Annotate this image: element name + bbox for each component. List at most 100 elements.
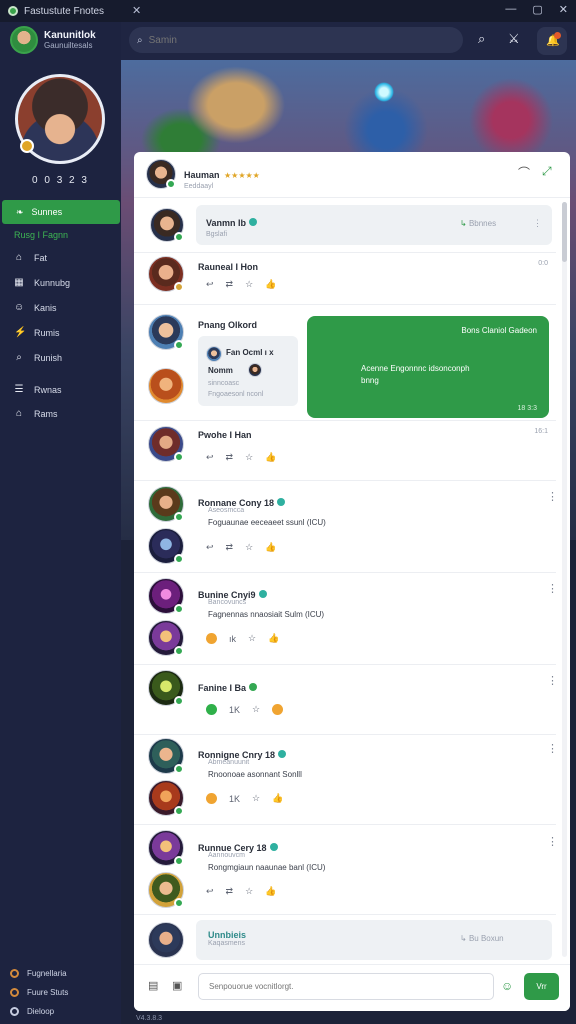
reply-icon[interactable]: ↩ bbox=[206, 452, 214, 463]
scrollbar[interactable] bbox=[562, 202, 567, 957]
sidebar-item-4[interactable]: ⚡ Rumis bbox=[14, 327, 60, 338]
reply-icon[interactable]: ↩ bbox=[206, 886, 214, 897]
reply-icon[interactable]: ↩ bbox=[206, 279, 214, 290]
star-icon[interactable]: ☆ bbox=[245, 886, 253, 897]
search-input[interactable] bbox=[148, 34, 409, 46]
emoji-reaction-icon[interactable] bbox=[206, 793, 217, 804]
avatar[interactable] bbox=[146, 159, 176, 189]
like-icon[interactable]: 👍 bbox=[272, 793, 283, 804]
profile-avatar[interactable] bbox=[15, 74, 105, 164]
avatar[interactable] bbox=[148, 922, 184, 958]
leaf-icon: ❧ bbox=[16, 206, 24, 217]
pin-icon[interactable]: ✕ bbox=[132, 4, 141, 17]
avatar[interactable] bbox=[148, 314, 184, 350]
avatar[interactable] bbox=[148, 528, 184, 564]
status-reaction-icon[interactable] bbox=[206, 704, 217, 715]
avatar[interactable] bbox=[148, 578, 184, 614]
avatar[interactable] bbox=[148, 426, 184, 462]
minimize-button[interactable]: — bbox=[505, 3, 516, 16]
like-icon[interactable]: 👍 bbox=[265, 452, 276, 463]
like-icon[interactable]: 👍 bbox=[265, 886, 276, 897]
retweet-icon[interactable]: ⇄ bbox=[226, 279, 234, 290]
refresh-icon[interactable]: ⌒ bbox=[518, 164, 530, 181]
like-icon[interactable]: 👍 bbox=[265, 542, 276, 553]
footer-link-2[interactable]: Fuure Stuts bbox=[10, 988, 68, 997]
star-icon[interactable]: ☆ bbox=[248, 633, 256, 644]
sidebar-item-5[interactable]: ⌕ Runish bbox=[14, 352, 62, 363]
star-icon[interactable]: ☆ bbox=[245, 452, 253, 463]
message-author: Pwohe I Han bbox=[198, 430, 252, 440]
sidebar-item-2[interactable]: ▦ Kunnubg bbox=[14, 277, 70, 288]
notifications-button[interactable]: 🔔 bbox=[537, 27, 567, 55]
star-icon[interactable]: ☆ bbox=[252, 793, 260, 804]
reply-action[interactable]: ↳ Bu Boxun bbox=[460, 934, 504, 943]
avatar[interactable] bbox=[148, 670, 184, 706]
avatar[interactable] bbox=[148, 256, 184, 292]
sidebar-item-1[interactable]: ⌂ Fat bbox=[14, 252, 47, 263]
emoji-reaction-icon[interactable] bbox=[272, 704, 284, 715]
reaction-bar: 1K ☆ 👍 bbox=[206, 793, 283, 804]
message-time: 0:0 bbox=[538, 260, 548, 267]
more-icon[interactable]: ⋮ bbox=[547, 674, 558, 687]
attach-icon[interactable]: ▤ bbox=[148, 979, 158, 992]
search-bar[interactable]: ⌕ bbox=[129, 27, 463, 53]
sidebar-item-3[interactable]: ☺ Kanis bbox=[14, 302, 57, 313]
star-icon[interactable]: ☆ bbox=[245, 279, 253, 290]
avatar[interactable] bbox=[10, 26, 38, 54]
pinned-message[interactable]: Vanmn Ib Bgslafi ↳ Bbnnes ⋮ bbox=[196, 205, 552, 245]
more-icon[interactable]: ⋮ bbox=[547, 582, 558, 595]
reply-action[interactable]: ↳ Bbnnes bbox=[460, 219, 496, 228]
close-button[interactable]: ✕ bbox=[559, 3, 568, 16]
expand-icon[interactable]: ⤢ bbox=[542, 164, 552, 179]
retweet-icon[interactable]: ⇄ bbox=[226, 886, 234, 897]
footer-link-3[interactable]: Dieloop bbox=[10, 1007, 54, 1016]
more-icon[interactable]: ⋮ bbox=[547, 835, 558, 848]
search-icon[interactable]: ⌕ bbox=[478, 31, 485, 47]
outgoing-message[interactable]: Bons Claniol Gadeon Acenne Engonnnc idso… bbox=[307, 316, 549, 418]
retweet-icon[interactable]: ⇄ bbox=[226, 452, 234, 463]
like-icon[interactable]: 👍 bbox=[268, 633, 279, 644]
sidebar: Kanunitlok Gaunuiltesals 0 0 3 2 3 ❧ Sun… bbox=[0, 22, 121, 1024]
avatar[interactable] bbox=[148, 830, 184, 866]
verified-icon bbox=[258, 589, 267, 598]
image-icon[interactable]: ▣ bbox=[172, 979, 182, 992]
sidebar-item-active[interactable]: ❧ Sunnes bbox=[2, 200, 120, 224]
avatar[interactable] bbox=[148, 872, 184, 908]
chat-status: Eeddaayl bbox=[184, 183, 214, 190]
like-icon[interactable]: 👍 bbox=[265, 279, 276, 290]
retweet-icon[interactable]: ⇄ bbox=[226, 542, 234, 553]
profile-header[interactable]: Kanunitlok Gaunuiltesals bbox=[10, 26, 96, 54]
sidebar-item-7[interactable]: ⌂ Rams bbox=[14, 408, 58, 419]
avatar[interactable] bbox=[148, 368, 184, 404]
house-icon: ⌂ bbox=[15, 408, 23, 419]
avatar[interactable] bbox=[148, 620, 184, 656]
emoji-reaction-icon[interactable] bbox=[206, 633, 217, 644]
reply-icon[interactable]: ↩ bbox=[206, 542, 214, 553]
scrollbar-thumb[interactable] bbox=[562, 202, 567, 262]
shared-card[interactable]: Fan Ocml ı x Nomm sinncoasc Fngoaesonl n… bbox=[198, 336, 298, 406]
avatar[interactable] bbox=[148, 486, 184, 522]
message-input[interactable] bbox=[198, 973, 494, 1000]
pinned-message[interactable]: Unnbieis Kaqasmens ↳ Bu Boxun bbox=[196, 920, 552, 960]
more-icon[interactable]: ⋮ bbox=[547, 490, 558, 503]
message-text: Foguaunae eeceaeet ssunl (ICU) bbox=[208, 518, 326, 527]
more-icon[interactable]: ⋮ bbox=[533, 218, 542, 229]
maximize-button[interactable]: ▢ bbox=[532, 3, 542, 16]
sidebar-item-label: Rwnas bbox=[34, 384, 62, 395]
settings-icon bbox=[10, 1007, 19, 1016]
emoji-icon[interactable]: ☺ bbox=[501, 979, 513, 993]
star-icon[interactable]: ☆ bbox=[252, 704, 260, 715]
top-bar: ⌕ ⌕ ⚔ 🔔 bbox=[121, 22, 576, 60]
avatar[interactable] bbox=[150, 208, 184, 242]
message-author: Unnbieis bbox=[208, 930, 247, 940]
sidebar-item-6[interactable]: ☰ Rwnas bbox=[14, 384, 62, 395]
swords-icon[interactable]: ⚔ bbox=[508, 31, 520, 47]
sidebar-item-label: Kanis bbox=[34, 302, 57, 313]
star-icon[interactable]: ☆ bbox=[245, 542, 253, 553]
avatar[interactable] bbox=[148, 738, 184, 774]
home-icon: ⌂ bbox=[15, 252, 23, 263]
send-button[interactable]: Vrr bbox=[524, 973, 559, 1000]
avatar[interactable] bbox=[148, 780, 184, 816]
more-icon[interactable]: ⋮ bbox=[547, 742, 558, 755]
footer-link-1[interactable]: Fugnellaria bbox=[10, 969, 67, 978]
